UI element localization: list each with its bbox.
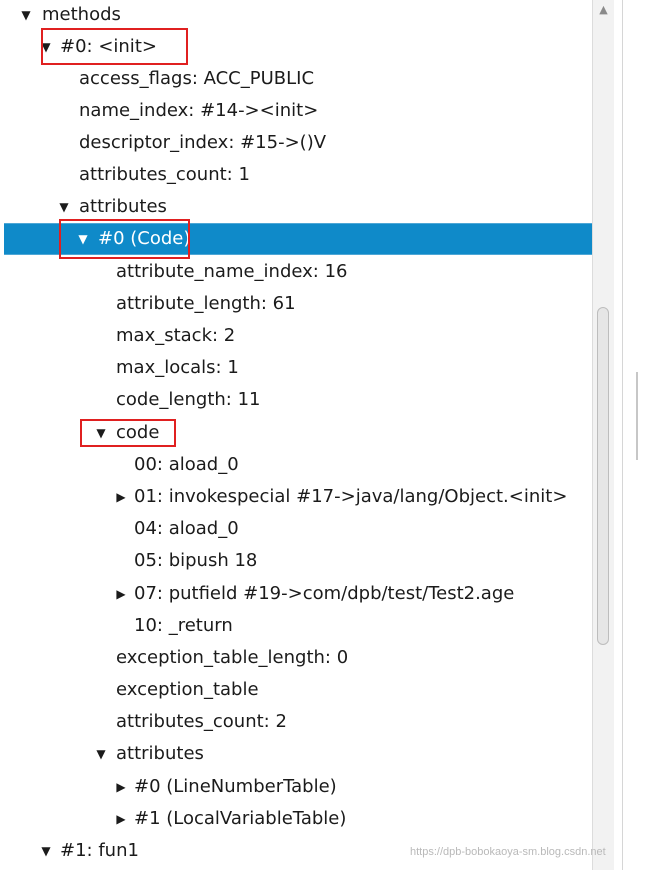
- tree-node-code[interactable]: ▼ code: [0, 417, 592, 449]
- tree-node-label: attributes: [79, 196, 167, 217]
- tree-node-attributes[interactable]: ▼ attributes: [0, 191, 592, 223]
- tree-node-max-stack[interactable]: max_stack: 2: [0, 320, 592, 352]
- tree-node-label: attributes_count: 2: [116, 711, 287, 732]
- tree-node-label: max_stack: 2: [116, 325, 236, 346]
- tree-node-access-flags[interactable]: access_flags: ACC_PUBLIC: [0, 63, 592, 95]
- collapsed-triangle-icon[interactable]: ▶: [113, 771, 129, 803]
- tree-node-opcode[interactable]: 00: aload_0: [0, 449, 592, 481]
- tree-node-label: attributes_count: 1: [79, 164, 250, 185]
- outer-scroll-indicator: [636, 372, 638, 460]
- tree-node-code-attributes-count[interactable]: attributes_count: 2: [0, 706, 592, 738]
- scrollbar-thumb[interactable]: [597, 307, 609, 645]
- tree-node-code-attribute[interactable]: ▼ #0 (Code): [4, 223, 592, 255]
- expanded-triangle-icon[interactable]: ▼: [93, 738, 109, 770]
- tree-node-opcode[interactable]: ▶ 07: putfield #19->com/dpb/test/Test2.a…: [0, 578, 592, 610]
- tree-node-label: 10: _return: [134, 615, 233, 636]
- tree-node-exception-table-length[interactable]: exception_table_length: 0: [0, 642, 592, 674]
- tree-node-label: max_locals: 1: [116, 357, 239, 378]
- collapsed-triangle-icon[interactable]: ▶: [113, 481, 129, 513]
- tree-node-local-variable-table[interactable]: ▶ #1 (LocalVariableTable): [0, 803, 592, 835]
- tree-node-label: #0 (Code): [98, 228, 191, 249]
- tree-node-label: attribute_length: 61: [116, 293, 296, 314]
- tree-node-opcode[interactable]: 04: aload_0: [0, 513, 592, 545]
- tree-node-label: code_length: 11: [116, 389, 261, 410]
- window-edge-divider: [622, 0, 623, 870]
- tree-node-code-length[interactable]: code_length: 11: [0, 384, 592, 416]
- tree-node-label: attributes: [116, 743, 204, 764]
- tree-panel: ▼ methods ▼ #0: <init> access_flags: ACC…: [0, 0, 592, 870]
- tree-node-label: 04: aload_0: [134, 518, 239, 539]
- tree-node-label: 05: bipush 18: [134, 550, 258, 571]
- tree-node-method-init[interactable]: ▼ #0: <init>: [0, 31, 592, 63]
- tree-node-label: #0: <init>: [60, 36, 157, 57]
- tree-node-label: access_flags: ACC_PUBLIC: [79, 68, 315, 89]
- expanded-triangle-icon[interactable]: ▼: [38, 835, 54, 867]
- tree-node-line-number-table[interactable]: ▶ #0 (LineNumberTable): [0, 771, 592, 803]
- tree-node-label: name_index: #14-><init>: [79, 100, 319, 121]
- tree-node-label: methods: [42, 4, 121, 25]
- expanded-triangle-icon[interactable]: ▼: [18, 0, 34, 31]
- tree-node-attribute-name-index[interactable]: attribute_name_index: 16: [0, 256, 592, 288]
- tree-node-label: 00: aload_0: [134, 454, 239, 475]
- watermark: https://dpb-bobokaoya-sm.blog.csdn.net: [410, 846, 606, 858]
- collapsed-triangle-icon[interactable]: ▶: [113, 578, 129, 610]
- tree-node-max-locals[interactable]: max_locals: 1: [0, 352, 592, 384]
- scroll-up-arrow-icon[interactable]: ▲: [593, 0, 614, 20]
- tree-node-label: exception_table_length: 0: [116, 647, 349, 668]
- tree-node-name-index[interactable]: name_index: #14-><init>: [0, 95, 592, 127]
- tree-node-label: #1: fun1: [60, 840, 139, 861]
- tree-node-opcode[interactable]: 10: _return: [0, 610, 592, 642]
- tree-node-attribute-length[interactable]: attribute_length: 61: [0, 288, 592, 320]
- tree-node-label: #0 (LineNumberTable): [134, 776, 337, 797]
- tree-node-methods[interactable]: ▼ methods: [0, 0, 592, 31]
- expanded-triangle-icon[interactable]: ▼: [56, 191, 72, 223]
- collapsed-triangle-icon[interactable]: ▶: [113, 803, 129, 835]
- window-edge: [614, 0, 646, 870]
- tree-node-label: exception_table: [116, 679, 259, 700]
- expanded-triangle-icon[interactable]: ▼: [75, 224, 91, 254]
- tree-node-label: #1 (LocalVariableTable): [134, 808, 347, 829]
- expanded-triangle-icon[interactable]: ▼: [38, 31, 54, 63]
- tree-node-label: descriptor_index: #15->()V: [79, 132, 327, 153]
- vertical-scrollbar[interactable]: ▲: [592, 0, 614, 870]
- tree-node-exception-table[interactable]: exception_table: [0, 674, 592, 706]
- tree-node-label: 07: putfield #19->com/dpb/test/Test2.age: [134, 583, 515, 604]
- tree-node-code-attributes[interactable]: ▼ attributes: [0, 738, 592, 770]
- tree-node-opcode[interactable]: ▶ 01: invokespecial #17->java/lang/Objec…: [0, 481, 592, 513]
- tree-node-attributes-count[interactable]: attributes_count: 1: [0, 159, 592, 191]
- tree-node-label: code: [116, 422, 160, 443]
- tree-node-opcode[interactable]: 05: bipush 18: [0, 545, 592, 577]
- tree-node-descriptor-index[interactable]: descriptor_index: #15->()V: [0, 127, 592, 159]
- tree-node-label: 01: invokespecial #17->java/lang/Object.…: [134, 486, 568, 507]
- tree-node-label: attribute_name_index: 16: [116, 261, 348, 282]
- expanded-triangle-icon[interactable]: ▼: [93, 417, 109, 449]
